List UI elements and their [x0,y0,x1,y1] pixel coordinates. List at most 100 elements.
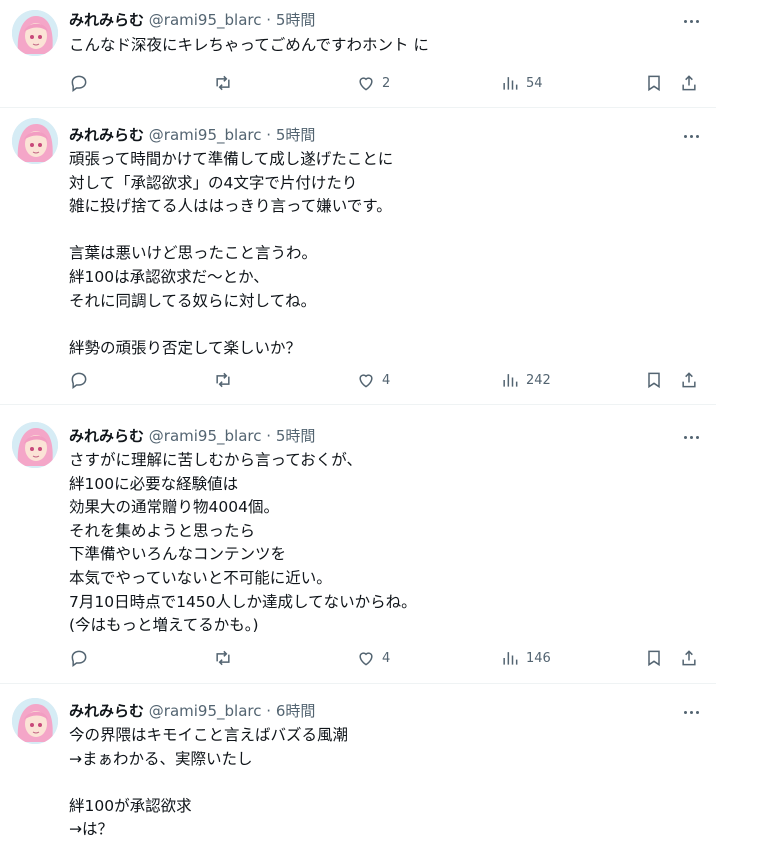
reply-button[interactable] [69,368,95,392]
user-handle[interactable]: @rami95_blarc [149,427,262,445]
share-button[interactable] [679,646,699,670]
reply-icon [71,650,87,667]
views-icon [503,77,518,90]
tweet-text: 今の界隈はキモイこと言えばバズる風潮 →まぁわかる、実際いたし 絆100が承認欲… [69,724,348,842]
tweet-line: それに同調してる奴らに対してね。 [69,291,317,310]
avatar-image [12,698,58,744]
separator-dot: · [266,702,272,720]
like-count: 4 [382,372,391,388]
tweet[interactable]: みれみらむ @rami95_blarc · 5時間 さすがに理解に苦しむから言っ… [0,405,716,684]
retweet-button[interactable] [213,646,239,670]
more-icon[interactable] [680,127,702,145]
tweet-text: 頑張って時間かけて準備して成し遂げたことに 対して「承認欲求」の4文字で片付けた… [69,148,393,360]
more-icon[interactable] [680,428,702,446]
action-bar: 4 146 [69,646,709,670]
retweet-icon [216,75,230,91]
like-button[interactable]: 4 [356,368,390,392]
retweet-icon [216,650,230,666]
bookmark-icon [648,75,660,92]
view-count: 54 [526,75,543,91]
tweet-line: 雑に投げ捨てる人ははっきり言って嫌いです。 [69,197,392,216]
timestamp[interactable]: 6時間 [276,702,316,720]
avatar-image [12,118,58,164]
bookmark-button[interactable] [644,646,664,670]
like-button[interactable]: 2 [356,71,390,95]
tweet-line: →まぁわかる、実際いたし [69,749,253,768]
bookmark-button[interactable] [644,71,664,95]
action-bar: 2 54 [69,71,709,95]
reply-icon [71,372,87,389]
share-icon [682,372,696,388]
avatar[interactable] [12,118,58,164]
like-count: 2 [382,75,391,91]
tweet-line: 対して「承認欲求」の4文字で片付けたり [69,173,358,192]
tweet-line: それを集めようと思ったら [69,521,256,540]
tweet-line: こんなド深夜にキレちゃってごめんですわホント に [69,36,429,54]
avatar[interactable] [12,422,58,468]
reply-button[interactable] [69,646,95,670]
reply-icon [71,75,87,92]
tweet-line: 効果大の通常贈り物4004個。 [69,498,279,517]
tweet-header: みれみらむ @rami95_blarc · 6時間 [69,701,315,721]
share-icon [682,75,696,91]
tweet[interactable]: みれみらむ @rami95_blarc · 5時間 頑張って時間かけて準備して成… [0,108,716,405]
tweet-line: 絆勢の頑張り否定して楽しいか？ [69,338,302,357]
tweet-header: みれみらむ @rami95_blarc · 5時間 [69,426,315,446]
view-count: 242 [526,372,551,388]
tweet-header: みれみらむ @rami95_blarc · 5時間 [69,125,315,145]
timestamp[interactable]: 5時間 [276,11,316,29]
tweet-text: さすがに理解に苦しむから言っておくが、 絆100に必要な経験値は 効果大の通常贈… [69,449,417,638]
views-button[interactable]: 242 [500,368,551,392]
views-icon [503,374,518,387]
user-handle[interactable]: @rami95_blarc [149,11,262,29]
tweet-text: こんなド深夜にキレちゃってごめんですわホント に [69,34,429,58]
tweet-line [69,771,348,795]
user-handle[interactable]: @rami95_blarc [149,702,262,720]
more-icon[interactable] [680,12,702,30]
timeline-feed: みれみらむ @rami95_blarc · 5時間 こんなド深夜にキレちゃってご… [0,0,716,842]
timestamp[interactable]: 5時間 [276,427,316,445]
tweet[interactable]: みれみらむ @rami95_blarc · 5時間 こんなド深夜にキレちゃってご… [0,0,716,108]
tweet-line: 今の界隈はキモイこと言えばバズる風潮 [69,726,349,744]
tweet-line: 頑張って時間かけて準備して成し遂げたことに [69,150,394,168]
bookmark-icon [648,650,660,667]
retweet-button[interactable] [213,368,239,392]
share-icon [682,650,696,666]
tweet-line: さすがに理解に苦しむから言っておくが、 [69,451,362,469]
heart-icon [359,374,373,388]
retweet-button[interactable] [213,71,239,95]
tweet-line: →は？ [69,820,113,839]
action-bar: 4 242 [69,368,709,392]
display-name[interactable]: みれみらむ [69,702,144,720]
avatar-image [12,10,58,56]
share-button[interactable] [679,71,699,95]
avatar[interactable] [12,10,58,56]
heart-icon [359,652,373,666]
avatar[interactable] [12,698,58,744]
views-button[interactable]: 54 [500,71,543,95]
like-count: 4 [382,650,391,666]
tweet-line: 本気でやっていないと不可能に近い。 [69,568,332,587]
view-count: 146 [526,650,551,666]
display-name[interactable]: みれみらむ [69,11,144,29]
separator-dot: · [266,427,272,445]
reply-button[interactable] [69,71,95,95]
heart-icon [359,77,373,91]
display-name[interactable]: みれみらむ [69,126,144,144]
tweet-line: 7月10日時点で1450人しか達成してないからね。 [69,592,417,611]
bookmark-button[interactable] [644,368,664,392]
views-button[interactable]: 146 [500,646,551,670]
avatar-image [12,422,58,468]
more-icon[interactable] [680,703,702,721]
tweet[interactable]: みれみらむ @rami95_blarc · 6時間 今の界隈はキモイこと言えばバ… [0,684,716,842]
user-handle[interactable]: @rami95_blarc [149,126,262,144]
tweet-line: 下準備やいろんなコンテンツを [69,545,287,564]
tweet-line [69,313,393,337]
separator-dot: · [266,11,272,29]
tweet-line: (今はもっと増えてるかも。) [69,616,259,635]
timestamp[interactable]: 5時間 [276,126,316,144]
share-button[interactable] [679,368,699,392]
retweet-icon [216,372,230,388]
display-name[interactable]: みれみらむ [69,427,144,445]
like-button[interactable]: 4 [356,646,390,670]
